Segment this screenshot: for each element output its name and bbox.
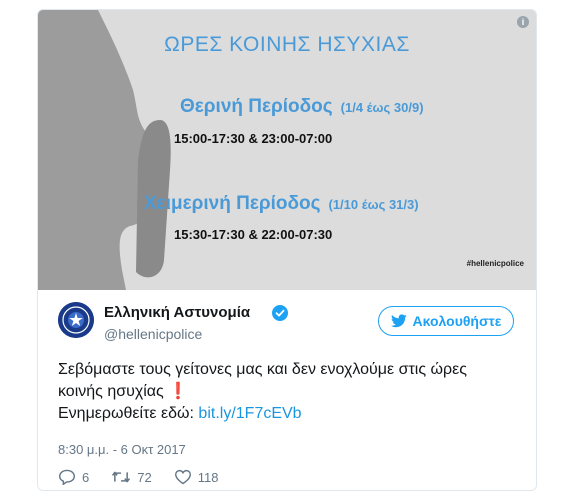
- reply-action[interactable]: 6: [58, 469, 89, 485]
- author-handle[interactable]: @hellenicpolice: [104, 326, 202, 342]
- verified-icon: [272, 305, 288, 321]
- retweet-action[interactable]: 72: [111, 469, 152, 485]
- winter-period-range: (1/10 έως 31/3): [328, 197, 419, 212]
- embedded-tweet-card: ΩΡΕΣ ΚΟΙΝΗΣ ΗΣΥΧΙΑΣ Θερινή Περίοδος (1/4 …: [37, 9, 537, 491]
- retweet-icon: [112, 471, 131, 483]
- reply-count: 6: [82, 469, 90, 485]
- tweet-actions: 6 72 118: [58, 469, 218, 485]
- author-name[interactable]: Ελληνική Αστυνομία: [104, 304, 250, 321]
- like-icon: [174, 469, 191, 485]
- tweet-text-line1: Σεβόμαστε τους γείτονες μας και δεν ενοχ…: [58, 361, 467, 378]
- avatar[interactable]: [58, 302, 94, 338]
- tweet-text: Σεβόμαστε τους γείτονες μας και δεν ενοχ…: [58, 359, 518, 425]
- like-action[interactable]: 118: [174, 469, 219, 485]
- notice-panel: ΩΡΕΣ ΚΟΙΝΗΣ ΗΣΥΧΙΑΣ Θερινή Περίοδος (1/4 …: [38, 10, 536, 290]
- winter-period-hours: 15:30-17:30 & 22:00-07:30: [174, 227, 333, 242]
- summer-period-label: Θερινή Περίοδος: [180, 96, 333, 117]
- tweet-timestamp[interactable]: 8:30 μ.μ. - 6 Οκτ 2017: [58, 442, 186, 457]
- tweet-text-line2: κοινής ησυχίας: [58, 383, 164, 400]
- tweet-image[interactable]: ΩΡΕΣ ΚΟΙΝΗΣ ΗΣΥΧΙΑΣ Θερινή Περίοδος (1/4 …: [38, 10, 536, 290]
- notice-heading: ΩΡΕΣ ΚΟΙΝΗΣ ΗΣΥΧΙΑΣ: [164, 33, 410, 56]
- follow-button[interactable]: Ακολουθήστε: [378, 306, 514, 336]
- winter-period-title: Χειμερινή Περίοδος (1/10 έως 31/3): [144, 193, 419, 215]
- tweet-text-line3: Ενημερωθείτε εδώ:: [58, 405, 199, 422]
- retweet-count: 72: [137, 469, 152, 485]
- police-badge-icon: [58, 302, 94, 338]
- winter-period-label: Χειμερινή Περίοδος: [144, 193, 321, 214]
- reply-icon: [58, 469, 76, 485]
- tweet-link[interactable]: bit.ly/1F7cEVb: [198, 405, 301, 422]
- info-icon[interactable]: i: [517, 16, 529, 28]
- like-count: 118: [197, 469, 219, 485]
- exclamation-emoji: ❗: [168, 383, 189, 400]
- summer-period-hours: 15:00-17:30 & 23:00-07:00: [174, 131, 333, 146]
- hashtag-label: #hellenicpolice: [466, 259, 524, 268]
- twitter-bird-icon: [390, 314, 407, 328]
- follow-button-label: Ακολουθήστε: [412, 313, 502, 329]
- summer-period-title: Θερινή Περίοδος (1/4 έως 30/9): [180, 96, 424, 118]
- summer-period-range: (1/4 έως 30/9): [340, 100, 424, 115]
